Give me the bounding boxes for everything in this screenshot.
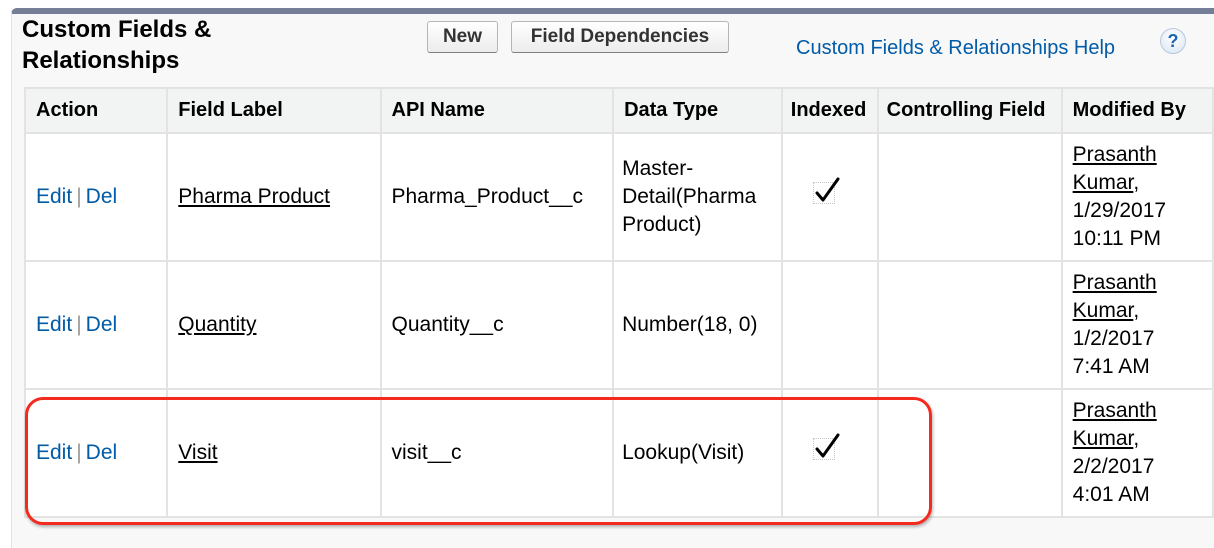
new-field-button[interactable]: New [427,21,498,53]
modified-time: 4:01 AM [1072,483,1150,506]
field-label-link[interactable]: Pharma Product [178,185,330,208]
indexed-checkmark-icon [812,433,840,460]
action-separator: | [76,185,82,208]
help-icon[interactable]: ? [1160,28,1186,54]
field-label-link[interactable]: Quantity [178,313,256,336]
column-header-controlling-field: Controlling Field [876,87,1063,134]
column-header-modified-by: Modified By [1060,87,1214,134]
controlling-field-cell [876,260,1063,390]
controlling-field-cell [876,388,1063,518]
action-cell: Edit | Del [23,132,169,262]
modified-date: 1/2/2017 [1072,327,1155,350]
modified-date: 2/2/2017 [1072,455,1155,478]
modified-by-user-link[interactable]: Prasanth Kumar [1073,143,1157,194]
column-header-indexed: Indexed [780,87,879,134]
custom-fields-table: Action Field Label API Name Data Type In… [23,87,1214,518]
column-header-action: Action [23,87,169,134]
data-type-cell: Master-Detail(Pharma Product) [612,132,783,262]
modified-date: 1/29/2017 [1072,199,1167,222]
modified-time: 10:11 PM [1072,227,1161,250]
indexed-cell [780,132,879,262]
section-title-line2: Relationships [22,47,180,74]
column-header-field-label: Field Label [166,87,382,134]
table-row: Edit | Del Quantity Quantity__c Number(18,… [23,260,1214,390]
field-dependencies-button[interactable]: Field Dependencies [511,21,729,53]
field-label-cell: Pharma Product [166,132,382,262]
api-name-cell: Pharma_Product__c [379,132,615,262]
edit-link[interactable]: Edit [36,313,72,336]
modified-by-user-link[interactable]: Prasanth Kumar [1073,271,1157,322]
table-row: Edit | Del Visit visit__c Lookup(Visit) Pr… [23,388,1214,518]
table-header-row: Action Field Label API Name Data Type In… [23,87,1214,134]
modified-by-cell: Prasanth Kumar, 1/29/2017 10:11 PM [1060,132,1214,262]
section-title-line1: Custom Fields & [22,16,212,43]
modified-by-user-link[interactable]: Prasanth Kumar [1073,399,1157,450]
modified-by-cell: Prasanth Kumar, 2/2/2017 4:01 AM [1060,388,1214,518]
modified-time: 7:41 AM [1072,355,1150,378]
api-name-cell: visit__c [379,388,615,518]
modified-by-cell: Prasanth Kumar, 1/2/2017 7:41 AM [1060,260,1214,390]
edit-link[interactable]: Edit [36,185,72,208]
action-separator: | [76,313,82,336]
section-title: Custom Fields & Relationships [22,14,211,76]
column-header-data-type: Data Type [612,87,783,134]
api-name-cell: Quantity__c [379,260,615,390]
action-cell: Edit | Del [23,260,169,390]
delete-link[interactable]: Del [86,313,118,336]
field-label-cell: Quantity [166,260,382,390]
column-header-api-name: API Name [379,87,615,134]
indexed-checkmark-icon [812,177,840,204]
edit-link[interactable]: Edit [36,441,72,464]
data-type-cell: Number(18, 0) [612,260,783,390]
action-separator: | [76,441,82,464]
field-label-cell: Visit [166,388,382,518]
indexed-cell [780,260,879,390]
data-type-cell: Lookup(Visit) [612,388,783,518]
delete-link[interactable]: Del [86,185,118,208]
table-row: Edit | Del Pharma Product Pharma_Product__… [23,132,1214,262]
delete-link[interactable]: Del [86,441,118,464]
help-link[interactable]: Custom Fields & Relationships Help [796,37,1115,60]
action-cell: Edit | Del [23,388,169,518]
field-label-link[interactable]: Visit [178,441,217,464]
indexed-cell [780,388,879,518]
controlling-field-cell [876,132,1063,262]
